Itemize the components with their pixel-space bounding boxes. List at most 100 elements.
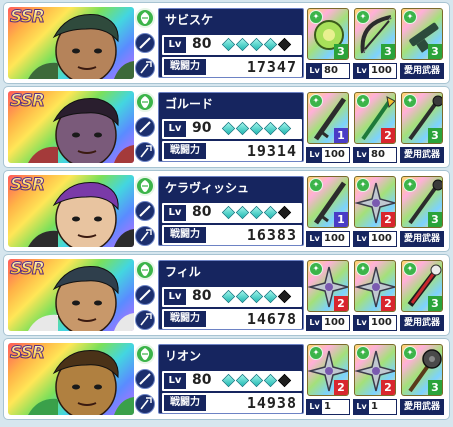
- bone-icon[interactable]: ✦ 3: [401, 260, 443, 312]
- weapon-slot[interactable]: ✦ 3 愛用武器: [400, 6, 444, 80]
- spear-icon[interactable]: ✦ 2: [354, 92, 396, 144]
- character-name: フィル: [165, 265, 201, 279]
- weapon-slot[interactable]: ✦ 3 Lv 100: [353, 6, 397, 80]
- weapon-list: ✦ 1 Lv 100 ✦ 2 Lv 100 ✦ 3 愛用武器: [306, 174, 446, 248]
- star-rating: [221, 289, 292, 304]
- empty-star-gem-icon: [277, 205, 292, 220]
- weapon-level: Lv 1: [306, 399, 350, 415]
- weapon-slot[interactable]: ✦ 2 Lv 80: [353, 90, 397, 164]
- character-info-panel: ゴルード Lv 90 戦闘力 19314: [158, 92, 304, 162]
- weapon-level: Lv 100: [306, 231, 350, 247]
- shuriken-icon[interactable]: ✦ 2: [307, 260, 349, 312]
- character-card[interactable]: SSR フィル Lv 80 戦闘力 14678 ✦ 2 Lv 100 ✦ 2 L…: [4, 255, 449, 335]
- weapon-slot[interactable]: ✦ 3 愛用武器: [400, 90, 444, 164]
- weapon-level: Lv 80: [353, 147, 397, 163]
- sword-icon[interactable]: ✦ 1: [307, 176, 349, 228]
- star-gem-icon: [263, 205, 278, 220]
- weapon-list: ✦ 2 Lv 100 ✦ 2 Lv 100 ✦ 3 愛用武器: [306, 258, 446, 332]
- character-name: リオン: [165, 349, 202, 363]
- weapon-element-icon: ✦: [356, 346, 370, 360]
- level-value: 80: [192, 204, 212, 220]
- trident-icon: [135, 310, 155, 330]
- weapon-slot[interactable]: ✦ 1 Lv 100: [306, 174, 350, 248]
- character-card[interactable]: SSR ゴルード Lv 90 戦闘力 19314 ✦ 1 Lv 100 ✦ 2 …: [4, 87, 449, 167]
- power-label: 戦闘力: [164, 227, 206, 243]
- attribute-icons: [135, 259, 157, 331]
- character-info-panel: リオン Lv 80 戦闘力 14938: [158, 344, 304, 414]
- sword-icon[interactable]: ✦ 1: [307, 92, 349, 144]
- favorite-weapon-label: 愛用武器: [400, 315, 444, 331]
- attribute-icons: [135, 175, 157, 247]
- character-card[interactable]: SSR リオン Lv 80 戦闘力 14938 ✦ 2 Lv 1 ✦ 2 Lv …: [4, 339, 449, 419]
- weapon-slot-number: 3: [428, 380, 442, 395]
- level-row: Lv 80: [162, 203, 302, 223]
- power-label: 戦闘力: [164, 143, 206, 159]
- weapon-element-icon: ✦: [309, 10, 323, 24]
- weapon-slot[interactable]: ✦ 2 Lv 1: [306, 342, 350, 416]
- star-gem-icon: [249, 121, 264, 136]
- weapon-level: Lv 80: [306, 63, 350, 79]
- shuriken-icon[interactable]: ✦ 2: [307, 344, 349, 396]
- power-value: 16383: [246, 226, 297, 244]
- weapon-level: Lv 100: [306, 147, 350, 163]
- weapon-slot-number: 2: [334, 296, 348, 311]
- star-gem-icon: [221, 37, 236, 52]
- weapon-slot[interactable]: ✦ 3 愛用武器: [400, 174, 444, 248]
- character-portrait[interactable]: SSR: [8, 343, 134, 415]
- weapon-list: ✦ 2 Lv 1 ✦ 2 Lv 1 ✦ 3 愛用武器: [306, 342, 446, 416]
- shuriken-icon[interactable]: ✦ 2: [354, 344, 396, 396]
- attribute-icons: [135, 7, 157, 79]
- character-card[interactable]: SSR サビスケ Lv 80 戦闘力 17347 ✦ 3 Lv 80 ✦ 3 L…: [4, 3, 449, 83]
- character-portrait[interactable]: SSR: [8, 259, 134, 331]
- weapon-slot-number: 2: [381, 380, 395, 395]
- power-label: 戦闘力: [164, 311, 206, 327]
- level-label: Lv: [164, 373, 186, 389]
- weapon-type-icon: [135, 117, 155, 137]
- weapon-element-icon: ✦: [403, 346, 417, 360]
- character-portrait[interactable]: SSR: [8, 7, 134, 79]
- character-portrait[interactable]: SSR: [8, 175, 134, 247]
- weapon-slot-number: 2: [381, 212, 395, 227]
- weapon-slot[interactable]: ✦ 2 Lv 1: [353, 342, 397, 416]
- star-gem-icon: [249, 205, 264, 220]
- element-icon: [135, 8, 155, 28]
- star-gem-icon: [235, 373, 250, 388]
- weapon-slot-number: 2: [381, 128, 395, 143]
- star-rating: [221, 373, 292, 388]
- level-label: Lv: [164, 37, 186, 53]
- power-label: 戦闘力: [164, 395, 206, 411]
- staff-icon[interactable]: ✦ 3: [401, 92, 443, 144]
- weapon-slot[interactable]: ✦ 2 Lv 100: [353, 258, 397, 332]
- mace-icon[interactable]: ✦ 3: [401, 344, 443, 396]
- bow-icon[interactable]: ✦ 3: [354, 8, 396, 60]
- shield-icon[interactable]: ✦ 3: [307, 8, 349, 60]
- weapon-slot[interactable]: ✦ 3 Lv 80: [306, 6, 350, 80]
- power-row: 戦闘力 16383: [162, 225, 302, 245]
- shuriken-icon[interactable]: ✦ 2: [354, 260, 396, 312]
- power-row: 戦闘力 14678: [162, 309, 302, 329]
- star-gem-icon: [221, 289, 236, 304]
- power-value: 17347: [246, 58, 297, 76]
- empty-star-gem-icon: [277, 373, 292, 388]
- weapon-slot[interactable]: ✦ 2 Lv 100: [353, 174, 397, 248]
- staff-icon[interactable]: ✦ 3: [401, 176, 443, 228]
- gun-icon[interactable]: ✦ 3: [401, 8, 443, 60]
- weapon-slot[interactable]: ✦ 3 愛用武器: [400, 258, 444, 332]
- weapon-element-icon: ✦: [309, 94, 323, 108]
- level-label: Lv: [164, 121, 186, 137]
- character-portrait[interactable]: SSR: [8, 91, 134, 163]
- character-name: ケラヴィッシュ: [165, 181, 250, 195]
- level-value: 80: [192, 36, 212, 52]
- weapon-slot-number: 3: [334, 44, 348, 59]
- character-card[interactable]: SSR ケラヴィッシュ Lv 80 戦闘力 16383 ✦ 1 Lv 100 ✦…: [4, 171, 449, 251]
- element-icon: [135, 260, 155, 280]
- star-gem-icon: [263, 121, 278, 136]
- power-value: 19314: [246, 142, 297, 160]
- rarity-badge: SSR: [10, 343, 46, 364]
- shuriken-icon[interactable]: ✦ 2: [354, 176, 396, 228]
- weapon-element-icon: ✦: [356, 94, 370, 108]
- weapon-slot[interactable]: ✦ 2 Lv 100: [306, 258, 350, 332]
- weapon-slot[interactable]: ✦ 3 愛用武器: [400, 342, 444, 416]
- star-gem-icon: [235, 37, 250, 52]
- weapon-slot[interactable]: ✦ 1 Lv 100: [306, 90, 350, 164]
